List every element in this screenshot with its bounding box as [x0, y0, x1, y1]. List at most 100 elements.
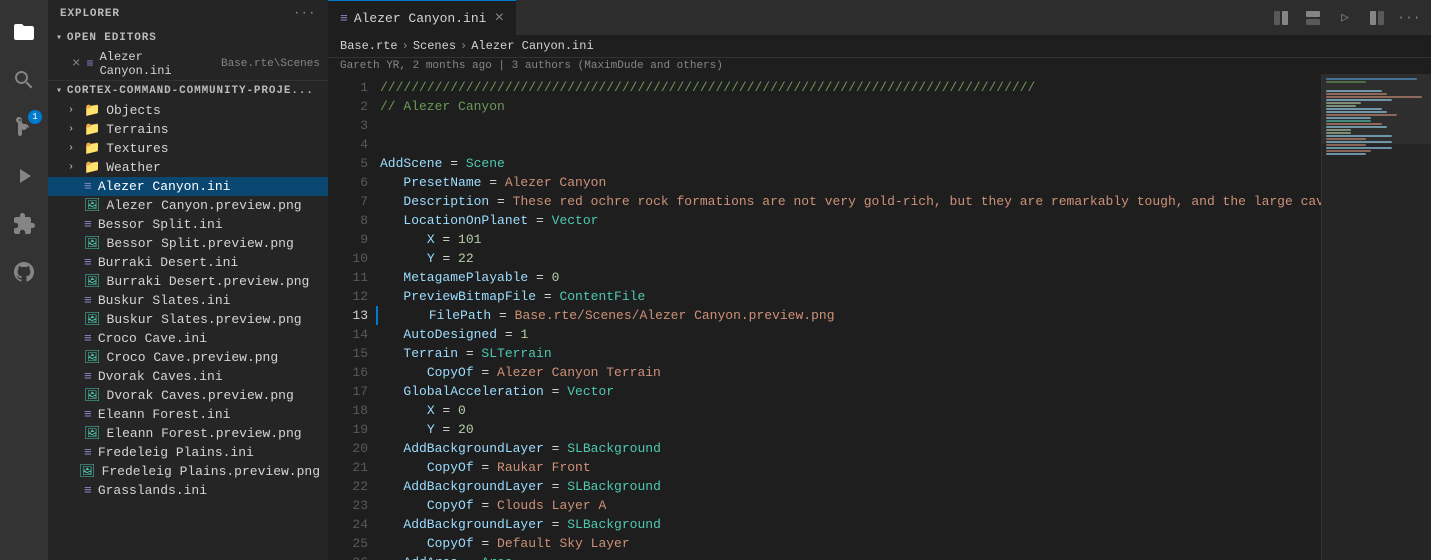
code-line-17: GlobalAcceleration = Vector: [376, 382, 1321, 401]
code-line-26: AddArea = Area: [376, 553, 1321, 560]
breadcrumb-filename[interactable]: Alezer Canyon.ini: [471, 39, 593, 53]
ini-icon: ≡: [84, 445, 92, 460]
files-icon[interactable]: [0, 8, 48, 56]
code-line-20: AddBackgroundLayer = SLBackground: [376, 439, 1321, 458]
open-editors-section: ▾ OPEN EDITORS × ≡ Alezer Canyon.ini Bas…: [48, 28, 328, 81]
ini-icon: ≡: [84, 331, 92, 346]
ini-icon: ≡: [84, 407, 92, 422]
file-label: Fredeleig Plains.preview.png: [102, 464, 320, 479]
file-bessor-split-ini[interactable]: ≡ Bessor Split.ini: [48, 215, 328, 234]
file-fredeleig-plains-ini[interactable]: ≡ Fredeleig Plains.ini: [48, 443, 328, 462]
file-bessor-split-preview[interactable]: 🖼 Bessor Split.preview.png: [48, 234, 328, 253]
file-label: Burraki Desert.ini: [98, 255, 238, 270]
file-label: Buskur Slates.ini: [98, 293, 231, 308]
code-line-14: AutoDesigned = 1: [376, 325, 1321, 344]
file-label: Bessor Split.ini: [98, 217, 223, 232]
file-label: Eleann Forest.ini: [98, 407, 231, 422]
github-icon[interactable]: [0, 248, 48, 296]
close-editor-button[interactable]: ×: [72, 57, 80, 71]
file-label: Croco Cave.preview.png: [107, 350, 279, 365]
folder-icon: 📁: [84, 141, 100, 156]
breadcrumb-base-rte[interactable]: Base.rte: [340, 39, 398, 53]
code-lines: ////////////////////////////////////////…: [376, 74, 1321, 560]
file-eleann-forest-ini[interactable]: ≡ Eleann Forest.ini: [48, 405, 328, 424]
folder-terrains[interactable]: › 📁 Terrains: [48, 120, 328, 139]
folder-terrains-chevron: ›: [68, 124, 84, 135]
breadcrumb-scenes[interactable]: Scenes: [413, 39, 456, 53]
extensions-icon[interactable]: [0, 200, 48, 248]
sidebar-title: EXPLORER ···: [48, 0, 328, 28]
file-label: Alezer Canyon.preview.png: [107, 198, 302, 213]
code-line-8: LocationOnPlanet = Vector: [376, 211, 1321, 230]
code-line-13: FilePath = Base.rte/Scenes/Alezer Canyon…: [376, 306, 1321, 325]
folder-objects-chevron: ›: [68, 105, 84, 116]
file-buskur-slates-preview[interactable]: 🖼 Buskur Slates.preview.png: [48, 310, 328, 329]
folder-weather[interactable]: › 📁 Weather: [48, 158, 328, 177]
code-editor[interactable]: 1 2 3 4 5 6 7 8 9 10 11 12 13 14 15 16 1…: [328, 74, 1321, 560]
run-icon[interactable]: ▷: [1331, 4, 1359, 32]
folder-textures-chevron: ›: [68, 143, 84, 154]
file-buskur-slates-ini[interactable]: ≡ Buskur Slates.ini: [48, 291, 328, 310]
toggle-panel-icon[interactable]: [1267, 4, 1295, 32]
png-icon: 🖼: [84, 236, 101, 251]
breadcrumb: Base.rte › Scenes › Alezer Canyon.ini: [328, 35, 1431, 58]
ini-icon: ≡: [84, 483, 92, 498]
file-tree: › 📁 Objects › 📁 Terrains › 📁 Textures › …: [48, 101, 328, 560]
code-line-1: ////////////////////////////////////////…: [376, 78, 1321, 97]
code-line-11: MetagamePlayable = 0: [376, 268, 1321, 287]
file-label: Dvorak Caves.preview.png: [107, 388, 294, 403]
editor-area: ≡ Alezer Canyon.ini × ▷ ··· Base.rte › S…: [328, 0, 1431, 560]
folder-icon: 📁: [84, 103, 100, 118]
more-actions-icon[interactable]: ···: [1395, 4, 1423, 32]
code-line-3: [376, 116, 1321, 135]
code-line-12: PreviewBitmapFile = ContentFile: [376, 287, 1321, 306]
file-dvorak-caves-preview[interactable]: 🖼 Dvorak Caves.preview.png: [48, 386, 328, 405]
open-editor-filename: Alezer Canyon.ini: [100, 50, 215, 78]
ini-icon: ≡: [84, 369, 92, 384]
code-line-6: PresetName = Alezer Canyon: [376, 173, 1321, 192]
code-line-2: // Alezer Canyon: [376, 97, 1321, 116]
open-editors-header[interactable]: ▾ OPEN EDITORS: [48, 28, 328, 48]
file-burraki-desert-ini[interactable]: ≡ Burraki Desert.ini: [48, 253, 328, 272]
tab-close-button[interactable]: ×: [494, 10, 504, 26]
project-section-header[interactable]: ▾ CORTEX-COMMAND-COMMUNITY-PROJE...: [48, 81, 328, 101]
png-icon: 🖼: [84, 350, 101, 365]
png-icon: 🖼: [79, 464, 96, 479]
editor-tab-alezer-canyon[interactable]: ≡ Alezer Canyon.ini ×: [328, 0, 516, 35]
file-label: Buskur Slates.preview.png: [107, 312, 302, 327]
folder-objects[interactable]: › 📁 Objects: [48, 101, 328, 120]
file-label: Dvorak Caves.ini: [98, 369, 223, 384]
file-alezer-canyon-preview[interactable]: 🖼 Alezer Canyon.preview.png: [48, 196, 328, 215]
ini-icon: ≡: [84, 293, 92, 308]
folder-weather-label: Weather: [106, 160, 161, 175]
png-icon: 🖼: [84, 388, 101, 403]
code-line-16: CopyOf = Alezer Canyon Terrain: [376, 363, 1321, 382]
folder-textures[interactable]: › 📁 Textures: [48, 139, 328, 158]
run-debug-icon[interactable]: [0, 152, 48, 200]
split-right-icon[interactable]: [1363, 4, 1391, 32]
file-croco-cave-ini[interactable]: ≡ Croco Cave.ini: [48, 329, 328, 348]
file-grasslands-ini[interactable]: ≡ Grasslands.ini: [48, 481, 328, 500]
code-line-21: CopyOf = Raukar Front: [376, 458, 1321, 477]
file-dvorak-caves-ini[interactable]: ≡ Dvorak Caves.ini: [48, 367, 328, 386]
search-icon[interactable]: [0, 56, 48, 104]
minimap[interactable]: [1321, 74, 1431, 560]
tab-title: Alezer Canyon.ini: [354, 11, 487, 26]
source-control-badge: 1: [28, 110, 42, 124]
file-burraki-desert-preview[interactable]: 🖼 Burraki Desert.preview.png: [48, 272, 328, 291]
file-fredeleig-plains-preview[interactable]: 🖼 Fredeleig Plains.preview.png: [48, 462, 328, 481]
sidebar-more-button[interactable]: ···: [294, 8, 316, 20]
activity-bar: 1: [0, 0, 48, 560]
code-line-23: CopyOf = Clouds Layer A: [376, 496, 1321, 515]
file-eleann-forest-preview[interactable]: 🖼 Eleann Forest.preview.png: [48, 424, 328, 443]
file-alezer-canyon-ini[interactable]: ≡ Alezer Canyon.ini: [48, 177, 328, 196]
source-control-icon[interactable]: 1: [0, 104, 48, 152]
file-croco-cave-preview[interactable]: 🖼 Croco Cave.preview.png: [48, 348, 328, 367]
split-editor-down-icon[interactable]: [1299, 4, 1327, 32]
png-icon: 🖼: [84, 274, 101, 289]
tab-file-icon: ≡: [340, 11, 348, 26]
code-line-22: AddBackgroundLayer = SLBackground: [376, 477, 1321, 496]
git-blame-bar: Gareth YR, 2 months ago | 3 authors (Max…: [328, 58, 1431, 74]
open-editor-item[interactable]: × ≡ Alezer Canyon.ini Base.rte\Scenes: [48, 48, 328, 80]
code-line-25: CopyOf = Default Sky Layer: [376, 534, 1321, 553]
